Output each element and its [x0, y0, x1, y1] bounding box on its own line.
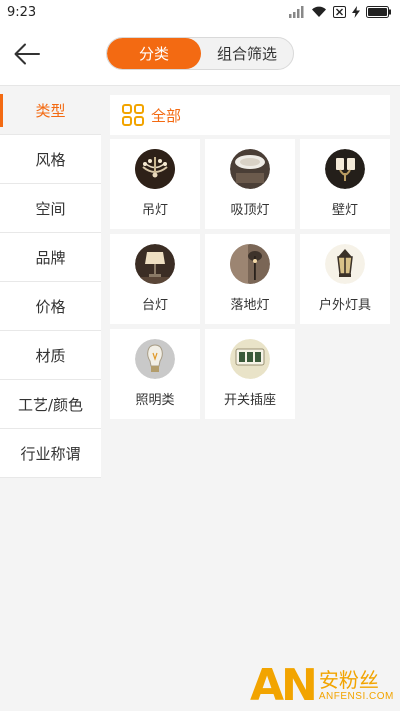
category-label: 吊灯 [141, 203, 168, 218]
back-button[interactable] [10, 38, 44, 70]
category-item-lighting[interactable]: 照明类 [110, 329, 200, 419]
category-item-ceiling-light[interactable]: 吸顶灯 [205, 139, 295, 229]
sidebar-item-material[interactable]: 材质 [0, 331, 101, 380]
watermark-en: ANFENSI.COM [318, 691, 394, 702]
segment-control: 分类 组合筛选 [106, 37, 294, 70]
tab-combined-filter[interactable]: 组合筛选 [201, 38, 293, 69]
sidebar-item-brand[interactable]: 品牌 [0, 233, 101, 282]
table-lamp-icon [135, 244, 175, 284]
charging-icon [352, 6, 360, 18]
status-time: 9:23 [7, 4, 37, 20]
wall-lamp-icon [325, 149, 365, 189]
category-label: 壁灯 [331, 203, 358, 218]
category-item-switch-socket[interactable]: 开关插座 [205, 329, 295, 419]
all-label: 全部 [151, 106, 182, 125]
ceiling-light-icon [230, 149, 270, 189]
sidebar-item-price[interactable]: 价格 [0, 282, 101, 331]
wifi-icon [312, 6, 326, 18]
sidebar-item-space[interactable]: 空间 [0, 184, 101, 233]
back-arrow-icon [14, 43, 40, 65]
chandelier-icon [135, 149, 175, 189]
category-label: 开关插座 [223, 393, 276, 408]
category-label: 台灯 [141, 298, 168, 313]
watermark-mark: AN [250, 660, 318, 711]
category-item-floor-lamp[interactable]: 落地灯 [205, 234, 295, 324]
category-item-chandelier[interactable]: 吊灯 [110, 139, 200, 229]
category-label: 户外灯具 [318, 298, 371, 313]
category-label: 落地灯 [230, 298, 270, 313]
category-item-outdoor-lamp[interactable]: 户外灯具 [300, 234, 390, 324]
watermark-logo: AN 安粉丝 ANFENSI.COM [250, 660, 400, 711]
switch-socket-icon [230, 339, 270, 379]
category-item-wall-lamp[interactable]: 壁灯 [300, 139, 390, 229]
all-categories-button[interactable]: 全部 [110, 95, 390, 135]
tab-category[interactable]: 分类 [107, 38, 201, 69]
category-label: 照明类 [135, 393, 175, 408]
sidebar: 类型 风格 空间 品牌 价格 材质 工艺/颜色 行业称谓 [0, 86, 101, 478]
category-grid: 吊灯 吸顶灯 壁灯 台灯 落地灯 户外灯具 照明类 开关插座 [110, 139, 390, 419]
bulb-icon [135, 339, 175, 379]
floor-lamp-icon [230, 244, 270, 284]
status-bar: 9:23 [0, 0, 400, 24]
sim-x-icon [333, 6, 346, 18]
sidebar-item-type[interactable]: 类型 [0, 86, 101, 135]
status-icons [289, 6, 392, 18]
header: 分类 组合筛选 [0, 24, 400, 86]
category-content: 全部 吊灯 吸顶灯 壁灯 台灯 落地灯 户外灯具 照明类 开关插座 [110, 95, 390, 419]
outdoor-lamp-icon [325, 244, 365, 284]
category-label: 吸顶灯 [230, 203, 270, 218]
sidebar-item-craft-color[interactable]: 工艺/颜色 [0, 380, 101, 429]
watermark-cn: 安粉丝 [318, 668, 379, 692]
sidebar-item-industry-name[interactable]: 行业称谓 [0, 429, 101, 478]
sidebar-item-style[interactable]: 风格 [0, 135, 101, 184]
signal-icon [289, 6, 304, 18]
category-item-table-lamp[interactable]: 台灯 [110, 234, 200, 324]
battery-icon [366, 6, 391, 18]
grid-icon [122, 104, 144, 126]
